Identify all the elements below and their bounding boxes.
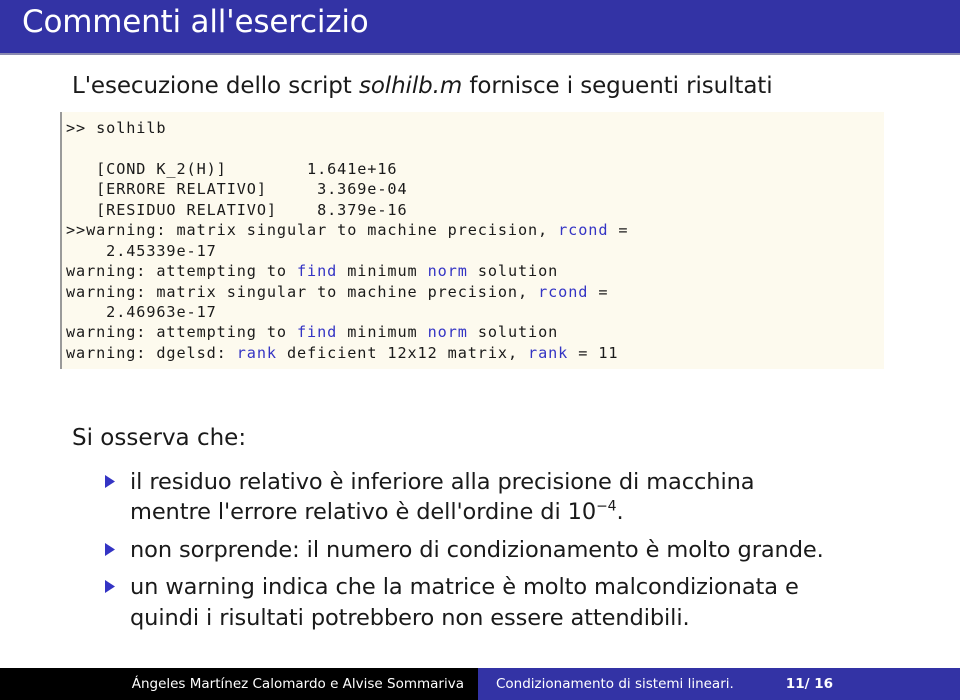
list-item: il residuo relativo è inferiore alla pre… (104, 467, 904, 528)
observation-heading: Si osserva che: (72, 425, 247, 451)
triangle-right-icon (104, 572, 130, 594)
slide-content: L'esecuzione dello script solhilb.m forn… (0, 55, 960, 665)
code-line: 2.46963e-17 (66, 302, 217, 321)
list-item-line: non sorprende: il numero di condizioname… (130, 536, 824, 563)
code-line: >> solhilb (66, 119, 167, 137)
bullet-list: il residuo relativo è inferiore alla pre… (104, 467, 904, 640)
code-output-block: >> solhilb [COND K_2(H)] 1.641e+16 [ERRO… (60, 112, 884, 370)
code-keyword: find (297, 262, 338, 281)
list-item-text: un warning indica che la matrice è molto… (130, 572, 904, 633)
code-keyword: rank (236, 343, 277, 362)
code-keyword: rank (528, 343, 569, 362)
list-item: non sorprende: il numero di condizioname… (104, 535, 904, 565)
code-line: [COND K_2(H)] 1.641e+16 (66, 159, 398, 178)
code-keyword: norm (427, 323, 468, 342)
footer-page-number: 11/ 16 (785, 676, 834, 692)
code-keyword: norm (427, 262, 468, 281)
footer-right-section: Condizionamento di sistemi lineari. 11/ … (478, 668, 960, 700)
page-title: Commenti all'esercizio (22, 4, 369, 40)
triangle-right-icon (104, 467, 130, 488)
code-keyword: rcond (558, 221, 609, 240)
code-block-left-rule (60, 112, 62, 370)
slide-footer: Ángeles Martínez Calomardo e Alvise Somm… (0, 668, 960, 700)
code-keyword: find (297, 323, 338, 342)
script-name: solhilb.m (358, 73, 463, 99)
lead-sentence-before: L'esecuzione dello script (72, 73, 359, 99)
list-item-line: il residuo relativo è inferiore alla pre… (130, 469, 755, 495)
list-item-line: mentre l'errore relativo è dell'ordine d… (130, 498, 624, 526)
code-keyword: rcond (538, 282, 589, 301)
list-item-line: un warning indica che la matrice è molto… (130, 574, 799, 601)
code-line: warning: matrix singular to machine prec… (66, 282, 609, 301)
list-item: un warning indica che la matrice è molto… (104, 572, 904, 633)
footer-authors: Ángeles Martínez Calomardo e Alvise Somm… (0, 668, 478, 700)
list-item-text: non sorprende: il numero di condizioname… (130, 535, 904, 565)
code-line: >>warning: matrix singular to machine pr… (66, 221, 629, 240)
triangle-right-icon (104, 535, 130, 556)
code-output-text: >> solhilb [COND K_2(H)] 1.641e+16 [ERRO… (60, 116, 884, 365)
list-item-text: il residuo relativo è inferiore alla pre… (130, 467, 904, 528)
footer-subject: Condizionamento di sistemi lineari. (496, 676, 734, 692)
list-item-line: quindi i risultati potrebbero non essere… (130, 604, 690, 631)
code-line: warning: attempting to find minimum norm… (66, 323, 559, 342)
lead-sentence-after: fornisce i seguenti risultati (462, 73, 773, 99)
exponent: −4 (596, 498, 617, 515)
slide-title-bar: Commenti all'esercizio (0, 0, 960, 53)
code-line: [RESIDUO RELATIVO] 8.379e-16 (66, 200, 408, 219)
code-line: [ERRORE RELATIVO] 3.369e-04 (66, 180, 408, 199)
code-line: warning: dgelsd: rank deficient 12x12 ma… (66, 343, 619, 362)
lead-sentence: L'esecuzione dello script solhilb.m forn… (72, 73, 773, 99)
code-line: warning: attempting to find minimum norm… (66, 262, 559, 281)
code-line: 2.45339e-17 (66, 241, 217, 260)
